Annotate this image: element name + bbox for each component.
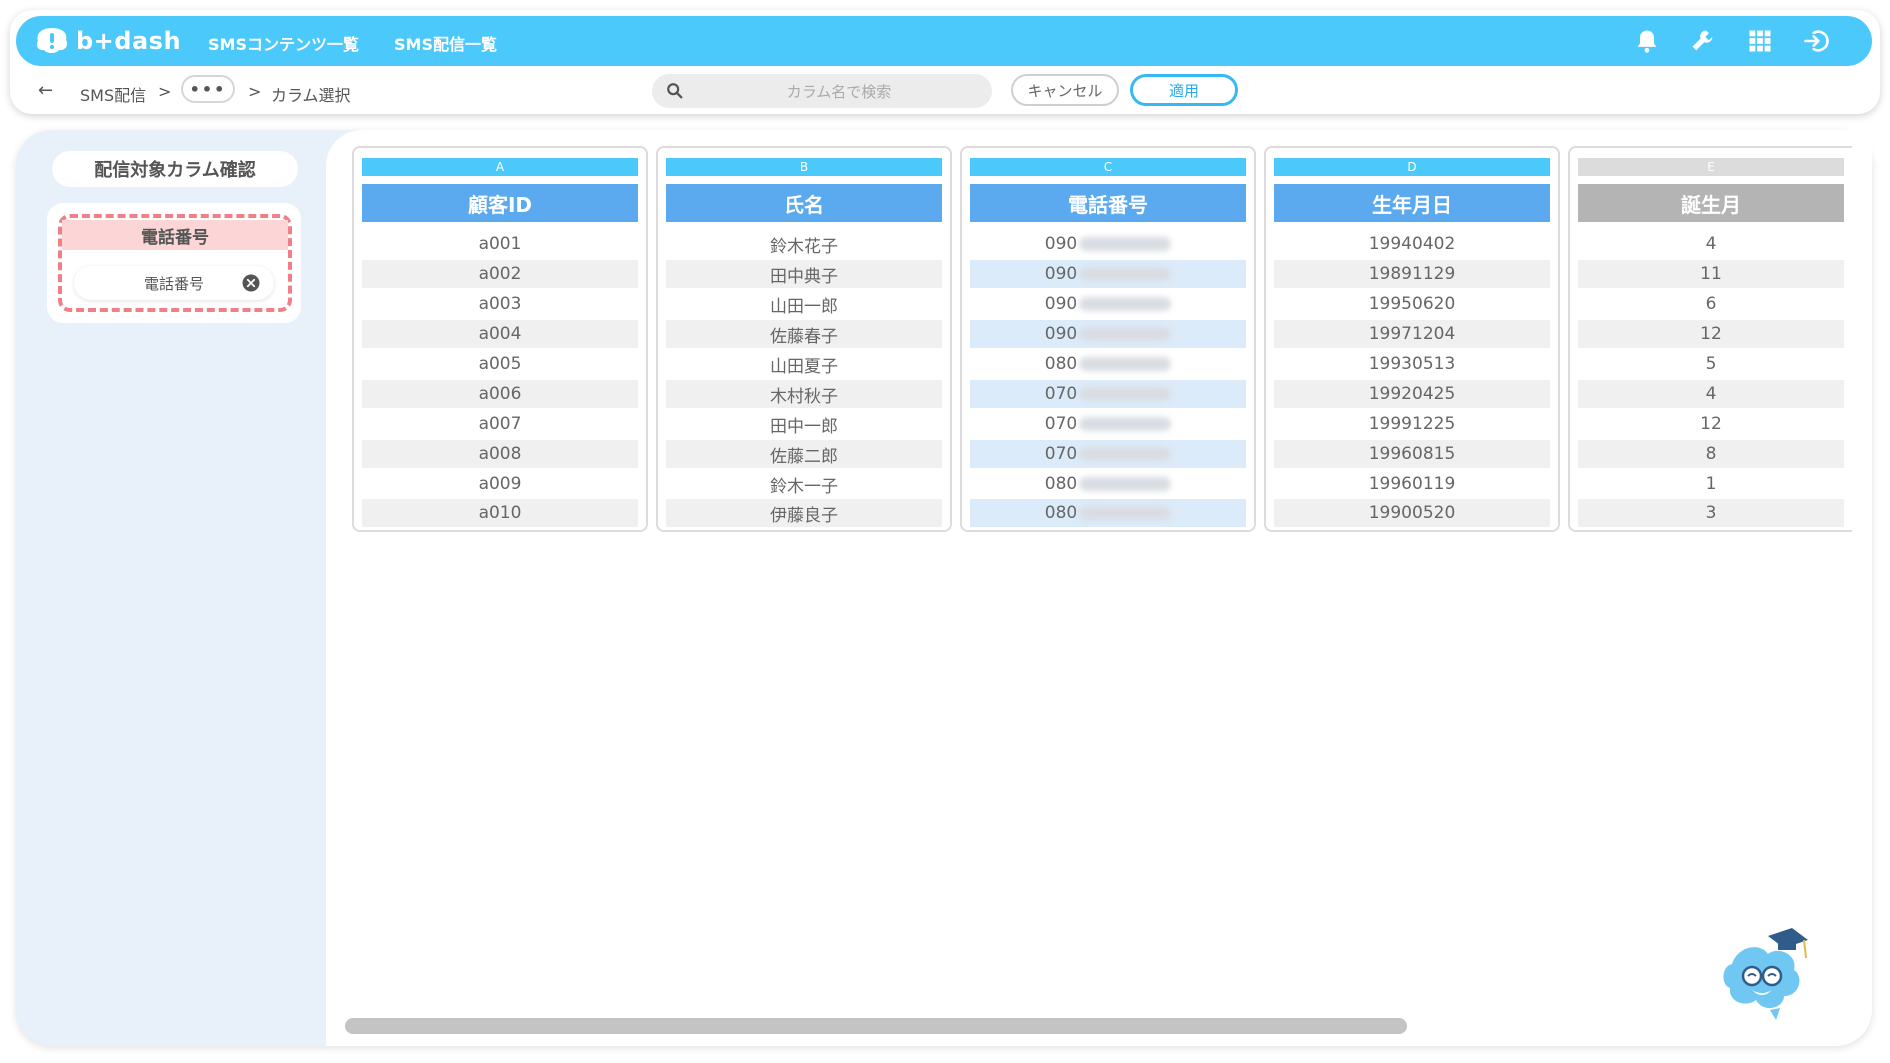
table-cell: 19900520	[1274, 499, 1550, 527]
breadcrumb-more-button[interactable]: •••	[181, 75, 235, 103]
column-search	[652, 74, 992, 108]
back-button[interactable]: ←	[38, 80, 53, 101]
table-cell: a002	[362, 260, 638, 288]
table-cell: 070	[970, 380, 1246, 408]
column-header: 電話番号	[970, 184, 1246, 222]
bell-icon[interactable]	[1632, 26, 1662, 56]
nav-sms-contents[interactable]: SMSコンテンツ一覧	[208, 31, 359, 55]
column-letter: A	[362, 158, 638, 176]
table-cell: a010	[362, 499, 638, 527]
column-card-birth-month[interactable]: E 誕生月 4 11 6 12 5 4 12 8 1 3	[1568, 146, 1852, 532]
table-cell: 11	[1578, 260, 1844, 288]
app-logo[interactable]: b+dash	[34, 26, 181, 56]
logo-text: b+dash	[76, 27, 182, 55]
table-cell: 080	[970, 350, 1246, 378]
table-cell: 19950620	[1368, 294, 1456, 314]
table-cell: 090	[970, 320, 1246, 348]
table-cell: 鈴木一子	[770, 476, 838, 497]
table-cell: 4	[1578, 380, 1844, 408]
column-header: 氏名	[666, 184, 942, 222]
remove-icon[interactable]	[242, 274, 260, 292]
table-cell: a006	[362, 380, 638, 408]
table-cell: 12	[1700, 414, 1722, 434]
column-card-customer-id[interactable]: A 顧客ID a001 a002 a003 a004 a005 a006 a00…	[352, 146, 648, 532]
selected-column-chip[interactable]: 電話番号	[74, 266, 274, 300]
table-cell: a005	[478, 354, 522, 374]
table-cell: 4	[1705, 234, 1717, 254]
table-cell: 080	[970, 470, 1246, 498]
column-header: 生年月日	[1274, 184, 1550, 222]
table-cell: 19960815	[1274, 440, 1550, 468]
breadcrumb-separator: >	[248, 82, 262, 101]
mascot-icon	[1723, 928, 1808, 1020]
wrench-icon[interactable]	[1688, 26, 1718, 56]
breadcrumb-separator: >	[158, 82, 172, 101]
column-card-birthdate[interactable]: D 生年月日 19940402 19891129 19950620 199712…	[1264, 146, 1560, 532]
breadcrumb-current: カラム選択	[271, 86, 351, 105]
column-header: 顧客ID	[362, 184, 638, 222]
table-cell: 鈴木花子	[770, 236, 838, 257]
table-cell: 佐藤二郎	[666, 440, 942, 468]
table-cell: 19930513	[1368, 354, 1456, 374]
table-cell: 3	[1578, 499, 1844, 527]
table-cell: a009	[478, 474, 522, 494]
table-cell: 5	[1705, 354, 1717, 374]
column-card-phone-number[interactable]: C 電話番号 090 090 090 090 080 070 070 070 0…	[960, 146, 1256, 532]
table-cell: 8	[1578, 440, 1844, 468]
logo-mark-icon	[36, 28, 68, 53]
apply-button[interactable]: 適用	[1130, 74, 1238, 106]
table-cell: 070	[970, 440, 1246, 468]
column-letter: E	[1578, 158, 1844, 176]
table-cell: 19891129	[1274, 260, 1550, 288]
table-cell: 山田一郎	[770, 296, 838, 317]
table-cell: 19991225	[1368, 414, 1456, 434]
selected-group-label: 電話番号	[62, 220, 288, 250]
cancel-button[interactable]: キャンセル	[1011, 74, 1119, 106]
table-cell: 19960119	[1368, 474, 1456, 494]
table-cell: 090	[970, 260, 1246, 288]
table-cell: 19971204	[1274, 320, 1550, 348]
table-cell: 19920425	[1274, 380, 1550, 408]
table-cell: 伊藤良子	[666, 499, 942, 527]
column-letter: B	[666, 158, 942, 176]
column-header: 誕生月	[1578, 184, 1844, 222]
search-icon	[667, 83, 683, 99]
table-cell: 1	[1705, 474, 1717, 494]
search-input[interactable]	[692, 78, 986, 106]
table-cell: 山田夏子	[770, 356, 838, 377]
table-cell: a001	[478, 234, 522, 254]
table-cell: 090	[970, 290, 1246, 318]
table-cell: a003	[478, 294, 522, 314]
table-cell: 070	[970, 410, 1246, 438]
table-cell: 19940402	[1368, 234, 1456, 254]
column-letter: C	[970, 158, 1246, 176]
table-cell: 12	[1578, 320, 1844, 348]
table-cell: 木村秋子	[666, 380, 942, 408]
logout-icon[interactable]	[1801, 26, 1831, 56]
column-letter: D	[1274, 158, 1550, 176]
selected-column-label: 電話番号	[143, 274, 204, 293]
table-cell: 6	[1705, 294, 1717, 314]
table-cell: a008	[362, 440, 638, 468]
grid-icon[interactable]	[1745, 26, 1775, 56]
table-cell: a007	[478, 414, 522, 434]
table-cell: 090	[970, 230, 1246, 258]
table-cell: 佐藤春子	[666, 320, 942, 348]
table-cell: 田中一郎	[770, 416, 838, 437]
table-cell: 田中典子	[666, 260, 942, 288]
side-panel-title: 配信対象カラム確認	[52, 151, 298, 187]
table-cell: 080	[970, 499, 1246, 527]
nav-sms-delivery[interactable]: SMS配信一覧	[394, 31, 497, 55]
table-cell: a004	[362, 320, 638, 348]
horizontal-scrollbar[interactable]	[345, 1018, 1407, 1034]
breadcrumb-sms-delivery[interactable]: SMS配信	[80, 82, 146, 106]
column-card-name[interactable]: B 氏名 鈴木花子 田中典子 山田一郎 佐藤春子 山田夏子 木村秋子 田中一郎 …	[656, 146, 952, 532]
